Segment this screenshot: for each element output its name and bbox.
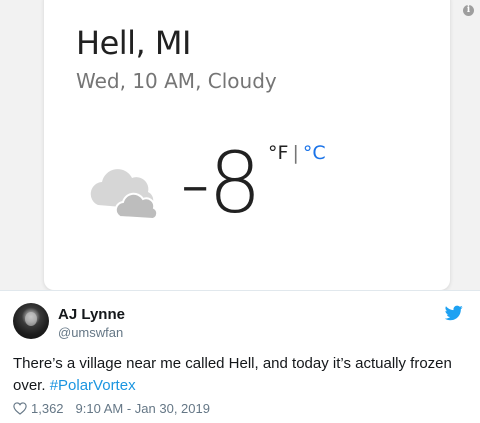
fahrenheit-unit: °F — [268, 142, 289, 164]
user-handle[interactable]: @umswfan — [58, 325, 123, 340]
weather-location: Hell, MI — [76, 24, 191, 62]
tweet-timestamp[interactable]: 9:10 AM - Jan 30, 2019 — [76, 401, 210, 416]
unit-toggle: °F | °C — [268, 142, 326, 164]
avatar[interactable] — [13, 303, 49, 339]
like-count[interactable]: 1,362 — [31, 401, 64, 416]
weather-screenshot: Hell, MI Wed, 10 AM, Cloudy -8 °F | °C i — [0, 0, 480, 290]
twitter-bird-icon[interactable] — [445, 305, 463, 321]
tweet-meta: 1,362 9:10 AM - Jan 30, 2019 — [13, 401, 210, 416]
display-name[interactable]: AJ Lynne — [58, 306, 125, 323]
weather-card: Hell, MI Wed, 10 AM, Cloudy -8 °F | °C — [44, 0, 450, 290]
cloud-icon — [90, 169, 159, 221]
unit-separator: | — [292, 142, 299, 164]
temperature-value: -8 — [180, 134, 262, 232]
heart-icon[interactable] — [13, 402, 27, 415]
celsius-unit: °C — [302, 142, 326, 164]
info-icon[interactable]: i — [463, 5, 474, 16]
tweet-text: There’s a village near me called Hell, a… — [13, 353, 473, 397]
divider — [0, 290, 480, 291]
hashtag-link[interactable]: #PolarVortex — [50, 377, 136, 394]
weather-conditions: Wed, 10 AM, Cloudy — [76, 69, 277, 93]
